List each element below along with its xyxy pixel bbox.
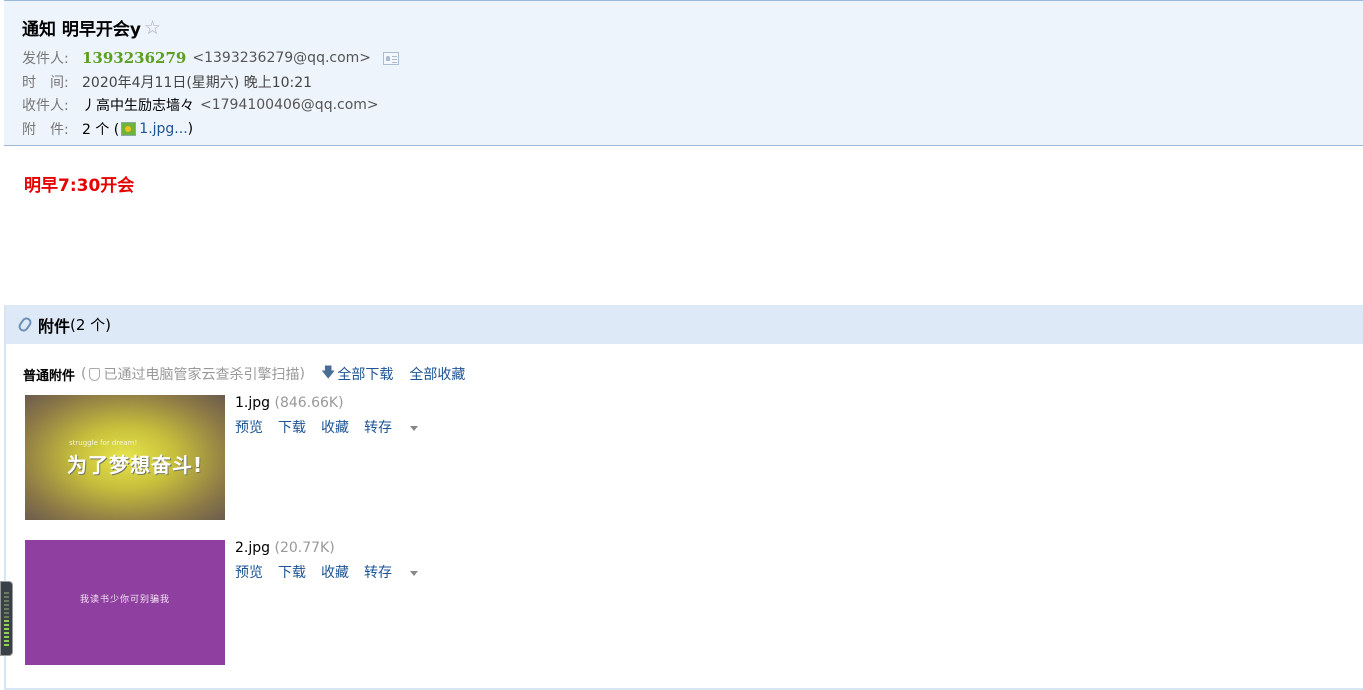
file-name: 2.jpg <box>235 540 271 556</box>
download-button[interactable]: 下载 <box>278 417 306 437</box>
time-row: 时 间: 2020年4月11日(星期六) 晚上10:21 <box>22 72 312 92</box>
from-label: 发件人: <box>22 51 69 67</box>
attachment-title: 附件 <box>38 316 71 336</box>
collect-all-button[interactable]: 全部收藏 <box>409 364 465 384</box>
file-info: 2.jpg (20.77K) 预览 下载 收藏 转存 <box>235 540 448 582</box>
attachment-header: 附件 (2 个) <box>6 305 1363 344</box>
attachment-close: ) <box>187 121 194 137</box>
sender-address: <1393236279@qq.com> <box>192 50 372 66</box>
scan-text: 已通过电脑管家云查杀引擎扫描 <box>103 367 300 383</box>
attachment-row: 附 件: 2 个 ( 1.jpg... ) <box>22 119 193 139</box>
mail-subject: 通知 明早开会y ☆ <box>22 15 161 41</box>
attachment-item: struggle for dream! 为了梦想奋斗! 1.jpg (846.6… <box>25 395 418 520</box>
from-row: 发件人: 1393236279 <1393236279@qq.com> <box>22 48 400 68</box>
file-name: 1.jpg <box>235 395 271 411</box>
paperclip-icon <box>16 315 34 334</box>
recipient-address: <1794100406@qq.com> <box>200 97 379 113</box>
attachment-thumbnail[interactable]: 我读书少你可别骗我 <box>25 540 225 665</box>
save-to-dropdown[interactable]: 转存 <box>364 562 433 582</box>
download-all-button[interactable]: 全部下载 <box>337 364 393 384</box>
contact-card-icon[interactable] <box>383 51 400 65</box>
save-to-label[interactable]: 转存 <box>364 420 392 436</box>
to-label: 收件人: <box>22 98 69 114</box>
to-row: 收件人: 丿高中生励志墙々 <1794100406@qq.com> <box>22 95 379 115</box>
attachment-type-label: 普通附件 <box>23 368 76 384</box>
collect-button[interactable]: 收藏 <box>321 417 349 437</box>
attachment-thumbnail[interactable]: struggle for dream! 为了梦想奋斗! <box>25 395 225 520</box>
attachment-toolbar: 普通附件 ( 已通过电脑管家云查杀引擎扫描 ) 🡇 全部下载 全部收藏 <box>23 362 465 386</box>
attachment-link[interactable]: 1.jpg... <box>139 121 187 137</box>
side-level-widget[interactable] <box>0 581 13 656</box>
thumb-small-text: struggle for dream! <box>69 439 138 447</box>
mail-header: 通知 明早开会y ☆ 发件人: 1393236279 <1393236279@q… <box>4 0 1363 146</box>
time-label: 时 间: <box>22 75 69 91</box>
thumb-text: 我读书少你可别骗我 <box>80 595 171 605</box>
attachment-section: 附件 (2 个) 普通附件 ( 已通过电脑管家云查杀引擎扫描 ) 🡇 全部下载 … <box>4 305 1363 690</box>
mail-body: 明早7:30开会 <box>24 176 135 196</box>
time-value: 2020年4月11日(星期六) 晚上10:21 <box>82 75 313 91</box>
collect-button[interactable]: 收藏 <box>321 562 349 582</box>
attachment-count: 2 个 ( <box>82 122 120 138</box>
star-icon[interactable]: ☆ <box>144 17 161 39</box>
subject-text: 通知 明早开会y <box>22 20 141 40</box>
preview-button[interactable]: 预览 <box>235 562 263 582</box>
caret-down-icon[interactable] <box>410 570 418 576</box>
caret-down-icon[interactable] <box>410 425 418 431</box>
download-arrow-icon: 🡇 <box>320 365 336 381</box>
level-active-bars-icon <box>4 620 9 647</box>
scan-close: ) <box>299 366 305 382</box>
save-to-dropdown[interactable]: 转存 <box>364 417 433 437</box>
save-to-label[interactable]: 转存 <box>364 565 392 581</box>
scan-status: ( 已通过电脑管家云查杀引擎扫描 ) <box>81 364 305 384</box>
scan-open: ( <box>81 366 87 382</box>
file-info: 1.jpg (846.66K) 预览 下载 收藏 转存 <box>235 395 448 437</box>
thumb-text: 为了梦想奋斗! <box>67 453 204 477</box>
attachment-total: (2 个) <box>70 316 112 334</box>
sender-name[interactable]: 1393236279 <box>82 49 186 67</box>
file-size: (20.77K) <box>274 540 335 556</box>
shield-icon <box>89 367 101 381</box>
file-actions: 预览 下载 收藏 转存 <box>235 417 448 437</box>
recipient-name[interactable]: 丿高中生励志墙々 <box>82 95 194 115</box>
file-actions: 预览 下载 收藏 转存 <box>235 562 448 582</box>
preview-button[interactable]: 预览 <box>235 417 263 437</box>
attachment-item: 我读书少你可别骗我 2.jpg (20.77K) 预览 下载 收藏 转存 <box>25 540 418 665</box>
image-thumb-icon <box>121 122 137 136</box>
download-button[interactable]: 下载 <box>278 562 306 582</box>
file-size: (846.66K) <box>274 395 344 411</box>
attachment-label: 附 件: <box>22 122 69 138</box>
